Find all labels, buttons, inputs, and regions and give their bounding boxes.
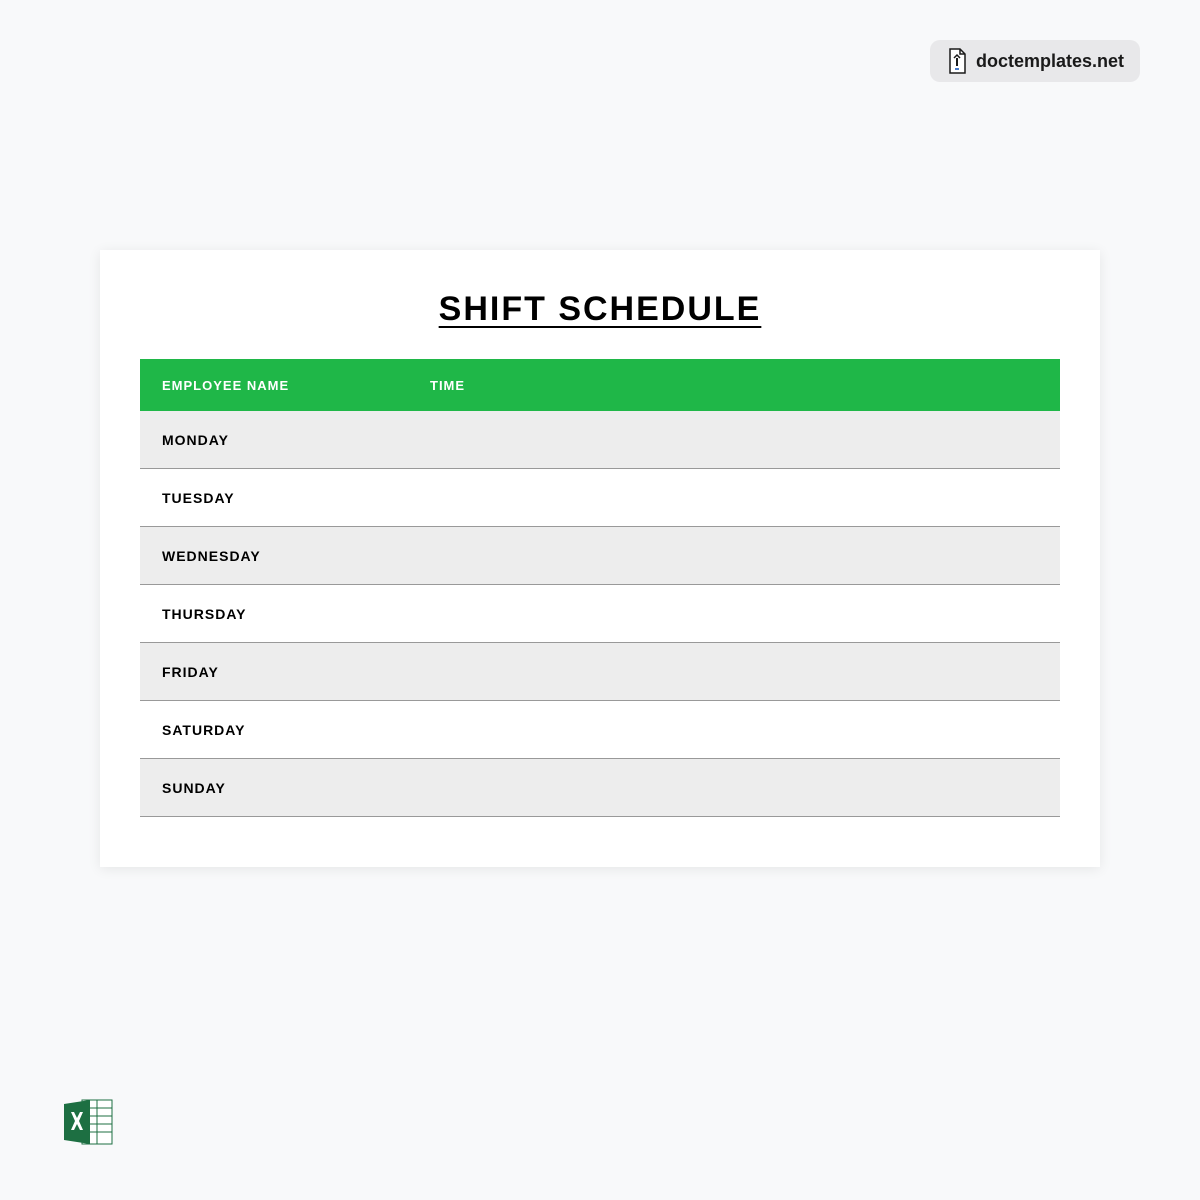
table-row: MONDAY xyxy=(140,411,1060,469)
table-row: FRIDAY xyxy=(140,643,1060,701)
day-label: SUNDAY xyxy=(162,780,226,796)
header-time: TIME xyxy=(430,378,465,393)
day-label: SATURDAY xyxy=(162,722,245,738)
header-employee-name: EMPLOYEE NAME xyxy=(140,378,430,393)
day-label: MONDAY xyxy=(162,432,229,448)
schedule-table: EMPLOYEE NAME TIME MONDAY TUESDAY WEDNESDA… xyxy=(140,359,1060,817)
doctemplates-icon xyxy=(946,48,968,74)
excel-icon xyxy=(60,1094,116,1150)
day-label: WEDNESDAY xyxy=(162,548,261,564)
table-row: TUESDAY xyxy=(140,469,1060,527)
day-label: TUESDAY xyxy=(162,490,235,506)
watermark-text: doctemplates.net xyxy=(976,51,1124,72)
table-header-row: EMPLOYEE NAME TIME xyxy=(140,359,1060,411)
document-card: SHIFT SCHEDULE EMPLOYEE NAME TIME MONDAY… xyxy=(100,250,1100,867)
table-row: SUNDAY xyxy=(140,759,1060,817)
table-row: SATURDAY xyxy=(140,701,1060,759)
table-row: THURSDAY xyxy=(140,585,1060,643)
table-row: WEDNESDAY xyxy=(140,527,1060,585)
day-label: FRIDAY xyxy=(162,664,219,680)
watermark-badge: doctemplates.net xyxy=(930,40,1140,82)
page-title: SHIFT SCHEDULE xyxy=(100,290,1100,329)
day-label: THURSDAY xyxy=(162,606,247,622)
